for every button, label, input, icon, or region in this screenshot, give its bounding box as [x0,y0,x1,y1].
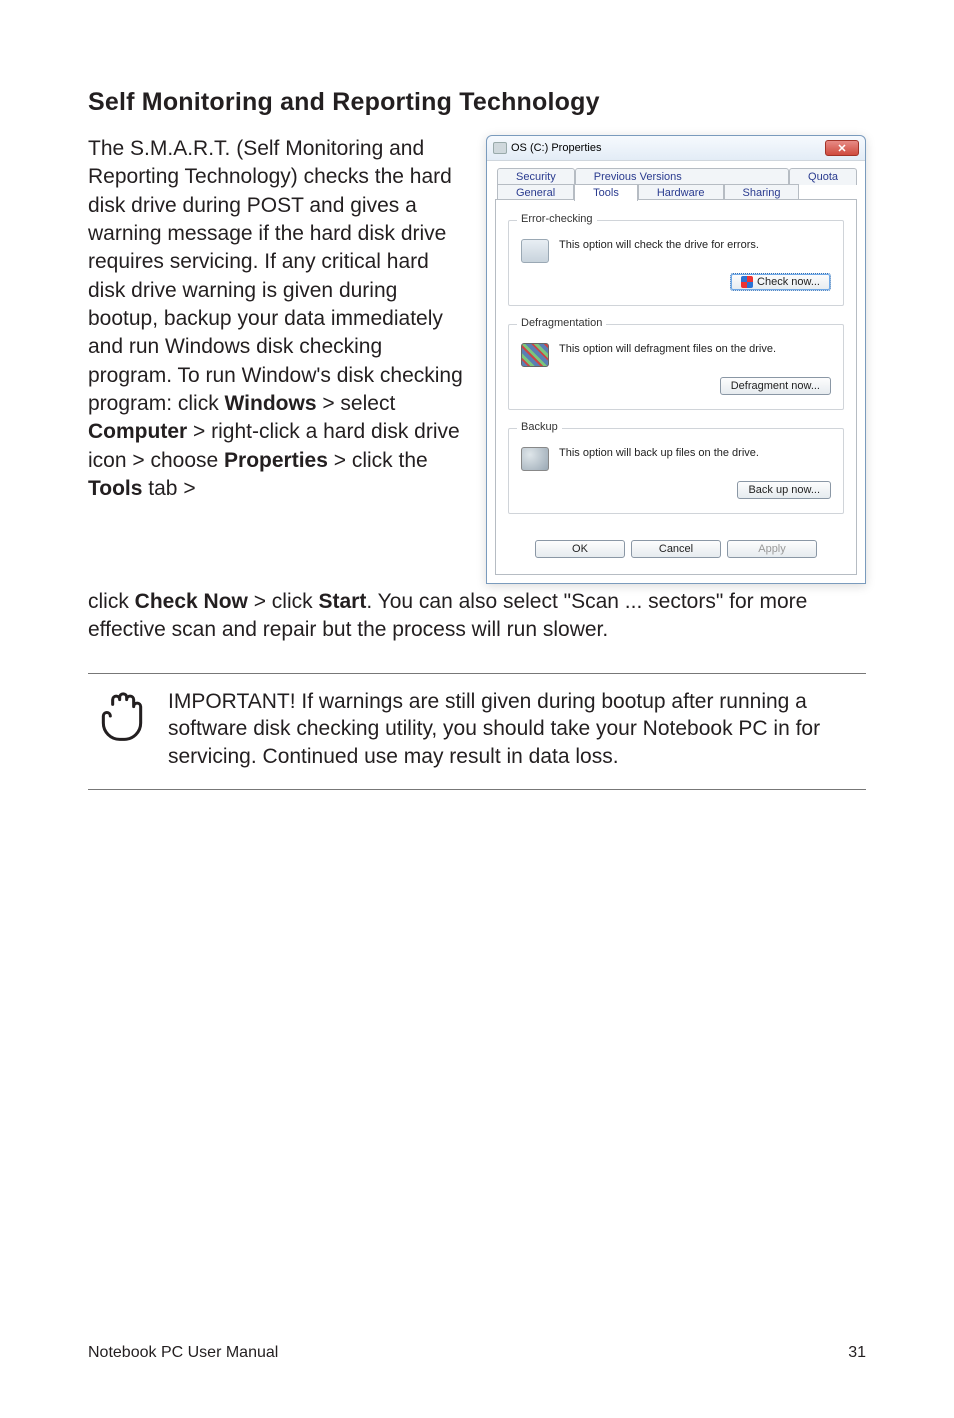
close-icon: ✕ [837,142,846,155]
check-now-label: Check now... [757,276,820,288]
section-heading: Self Monitoring and Reporting Technology [88,88,866,117]
tabs-row-front: General Tools Hardware Sharing [497,183,857,200]
tabs-row-back: Security Previous Versions Quota [497,167,857,184]
error-checking-group: Error-checking This option will check th… [508,220,844,306]
bold-check-now: Check Now [135,590,248,613]
intro-text-2: > select [317,392,396,415]
backup-text: This option will back up files on the dr… [559,447,759,459]
apply-button[interactable]: Apply [727,540,817,558]
defragment-now-button[interactable]: Defragment now... [720,377,831,395]
bold-tools: Tools [88,477,142,500]
bold-computer: Computer [88,420,187,443]
bold-properties: Properties [224,449,328,472]
defragmentation-text: This option will defragment files on the… [559,343,776,355]
dialog-title: OS (C:) Properties [511,142,601,154]
defragmentation-label: Defragmentation [517,317,606,329]
dialog-button-row: OK Cancel Apply [508,532,844,558]
important-callout: IMPORTANT! If warnings are still given d… [88,673,866,790]
footer-page-number: 31 [848,1344,866,1362]
error-checking-label: Error-checking [517,213,597,225]
cont-text-1: click [88,590,135,613]
back-up-now-button[interactable]: Back up now... [737,481,831,499]
drive-icon [493,142,507,154]
bold-start: Start [318,590,366,613]
tab-tools[interactable]: Tools [574,184,638,201]
defragmentation-group: Defragmentation This option will defragm… [508,324,844,410]
intro-text-1: The S.M.A.R.T. (Self Monitoring and Repo… [88,137,463,415]
shield-icon [741,276,753,288]
continuation-paragraph: click Check Now > click Start. You can a… [88,588,866,645]
tools-panel: Error-checking This option will check th… [495,199,857,575]
intro-paragraph: The S.M.A.R.T. (Self Monitoring and Repo… [88,135,470,503]
content-row: The S.M.A.R.T. (Self Monitoring and Repo… [88,135,866,584]
disk-check-icon [521,239,549,263]
tab-previous-versions[interactable]: Previous Versions [575,168,789,185]
intro-text-5: tab > [142,477,195,500]
cancel-button[interactable]: Cancel [631,540,721,558]
error-checking-text: This option will check the drive for err… [559,239,759,251]
backup-group: Backup This option will back up files on… [508,428,844,514]
check-now-button[interactable]: Check now... [730,273,831,291]
dialog-titlebar: OS (C:) Properties ✕ [487,136,865,160]
backup-label: Backup [517,421,562,433]
intro-text-4: > click the [328,449,428,472]
cont-text-2: > click [248,590,319,613]
footer-left: Notebook PC User Manual [88,1344,278,1362]
bold-windows: Windows [225,392,317,415]
close-button[interactable]: ✕ [825,140,859,156]
hand-stop-icon [94,688,150,744]
page-footer: Notebook PC User Manual 31 [88,1344,866,1362]
ok-button[interactable]: OK [535,540,625,558]
tab-security[interactable]: Security [497,168,575,185]
titlebar-left: OS (C:) Properties [493,142,601,154]
important-text: IMPORTANT! If warnings are still given d… [168,688,866,771]
defragment-icon [521,343,549,367]
tab-quota[interactable]: Quota [789,168,857,185]
tabs-area: Security Previous Versions Quota General… [487,160,865,583]
backup-icon [521,447,549,471]
properties-dialog: OS (C:) Properties ✕ Security Previous V… [486,135,866,584]
